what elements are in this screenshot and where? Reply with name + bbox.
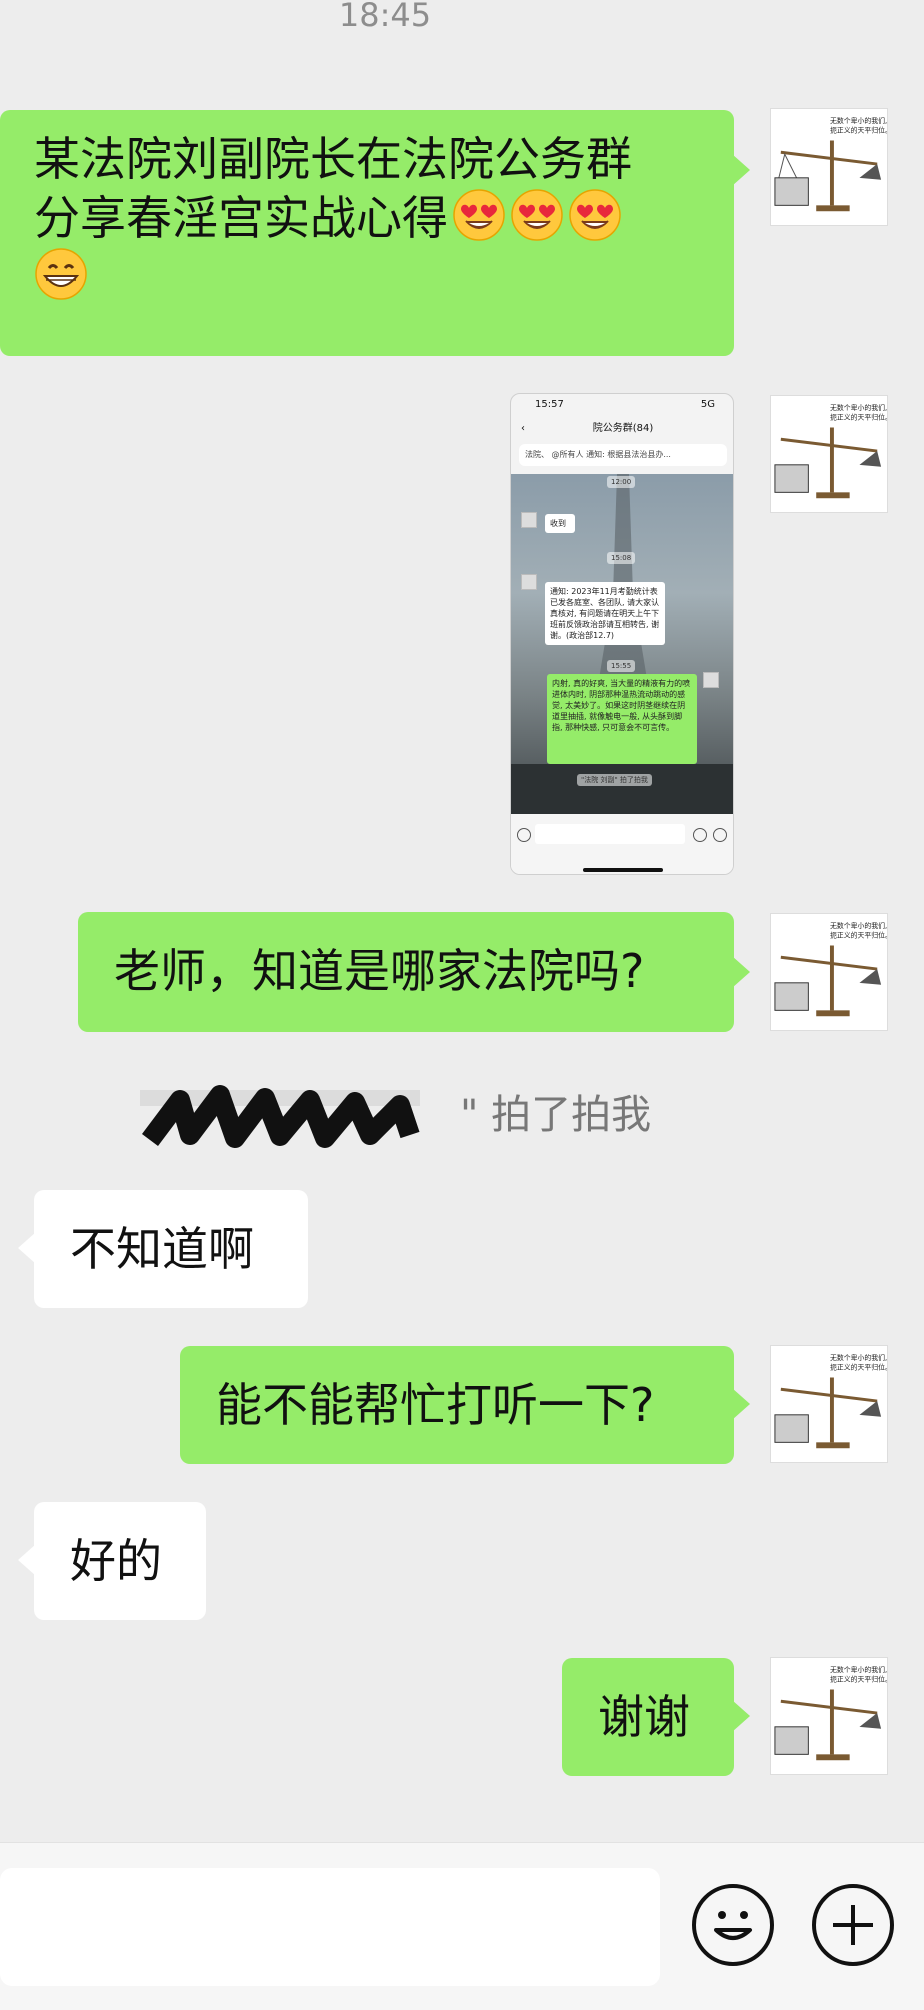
emoji-button[interactable] — [692, 1884, 774, 1966]
svg-text:无数个卑小的我们,: 无数个卑小的我们, — [830, 116, 887, 125]
svg-text:扼正义的天平归位。: 扼正义的天平归位。 — [830, 1675, 887, 1684]
svg-text:扼正义的天平归位。: 扼正义的天平归位。 — [830, 413, 887, 422]
avatar[interactable]: 无数个卑小的我们, 扼正义的天平归位。 — [770, 108, 888, 226]
pat-notice: " 拍了拍我 — [460, 1092, 652, 1138]
svg-text:无数个卑小的我们,: 无数个卑小的我们, — [830, 1665, 887, 1674]
heart-eyes-icon — [452, 188, 506, 242]
svg-text:无数个卑小的我们,: 无数个卑小的我们, — [830, 1353, 887, 1362]
avatar[interactable]: 无数个卑小的我们, 扼正义的天平归位。 — [770, 395, 888, 513]
mini-status-bar: 15:57 5G — [535, 399, 715, 410]
message-text: 好的 — [70, 1534, 162, 1588]
svg-text:无数个卑小的我们,: 无数个卑小的我们, — [830, 403, 887, 412]
message-bubble-sent[interactable]: 能不能帮忙打听一下? — [180, 1346, 750, 1464]
svg-text:扼正义的天平归位。: 扼正义的天平归位。 — [830, 1363, 887, 1372]
mini-input-bar — [511, 814, 733, 874]
message-text: 某法院刘副院长在法院公务群 — [34, 132, 632, 186]
heart-eyes-icon — [568, 188, 622, 242]
svg-text:无数个卑小的我们,: 无数个卑小的我们, — [830, 921, 887, 930]
plus-button[interactable] — [812, 1884, 894, 1966]
avatar[interactable]: 无数个卑小的我们, 扼正义的天平归位。 — [770, 1657, 888, 1775]
message-bubble-sent[interactable]: 谢谢 — [562, 1658, 750, 1776]
message-bubble-sent[interactable]: 老师，知道是哪家法院吗? — [78, 912, 750, 1032]
avatar[interactable]: 无数个卑小的我们, 扼正义的天平归位。 — [770, 913, 888, 1031]
heart-eyes-icon — [510, 188, 564, 242]
svg-text:扼正义的天平归位。: 扼正义的天平归位。 — [830, 126, 887, 135]
smiley-icon — [714, 1911, 752, 1940]
message-text: 能不能帮忙打听一下? — [216, 1378, 655, 1432]
redaction-scribble — [140, 1080, 440, 1150]
mini-chat-background: 12:00 收到 15:08 通知: 2023年11月考勤统计表已发各庭室、各团… — [511, 474, 733, 814]
message-bubble-received[interactable]: 好的 — [18, 1502, 206, 1620]
image-message[interactable]: 15:57 5G ‹ 院公务群(84) 法院、 @所有人 通知: 根据县法治县办… — [510, 393, 734, 875]
message-bubble-received[interactable]: 不知道啊 — [18, 1190, 308, 1308]
mini-chat-header: ‹ 院公务群(84) — [521, 423, 654, 434]
message-bubble-sent[interactable]: 某法院刘副院长在法院公务群 分享春淫宫实战心得 — [0, 110, 750, 356]
message-text: 老师，知道是哪家法院吗? — [114, 944, 645, 998]
message-text-line2: 分享春淫宫实战心得 — [34, 191, 448, 245]
chat-timestamp: 18:45 — [338, 0, 432, 34]
message-text: 谢谢 — [598, 1690, 690, 1744]
grinning-icon — [34, 247, 88, 301]
message-input[interactable] — [0, 1868, 660, 1986]
plus-icon — [833, 1905, 873, 1945]
avatar[interactable]: 无数个卑小的我们, 扼正义的天平归位。 — [770, 1345, 888, 1463]
svg-text:扼正义的天平归位。: 扼正义的天平归位。 — [830, 931, 887, 940]
mini-pinned-notice: 法院、 @所有人 通知: 根据县法治县办... — [519, 444, 727, 466]
message-text: 不知道啊 — [70, 1222, 254, 1276]
